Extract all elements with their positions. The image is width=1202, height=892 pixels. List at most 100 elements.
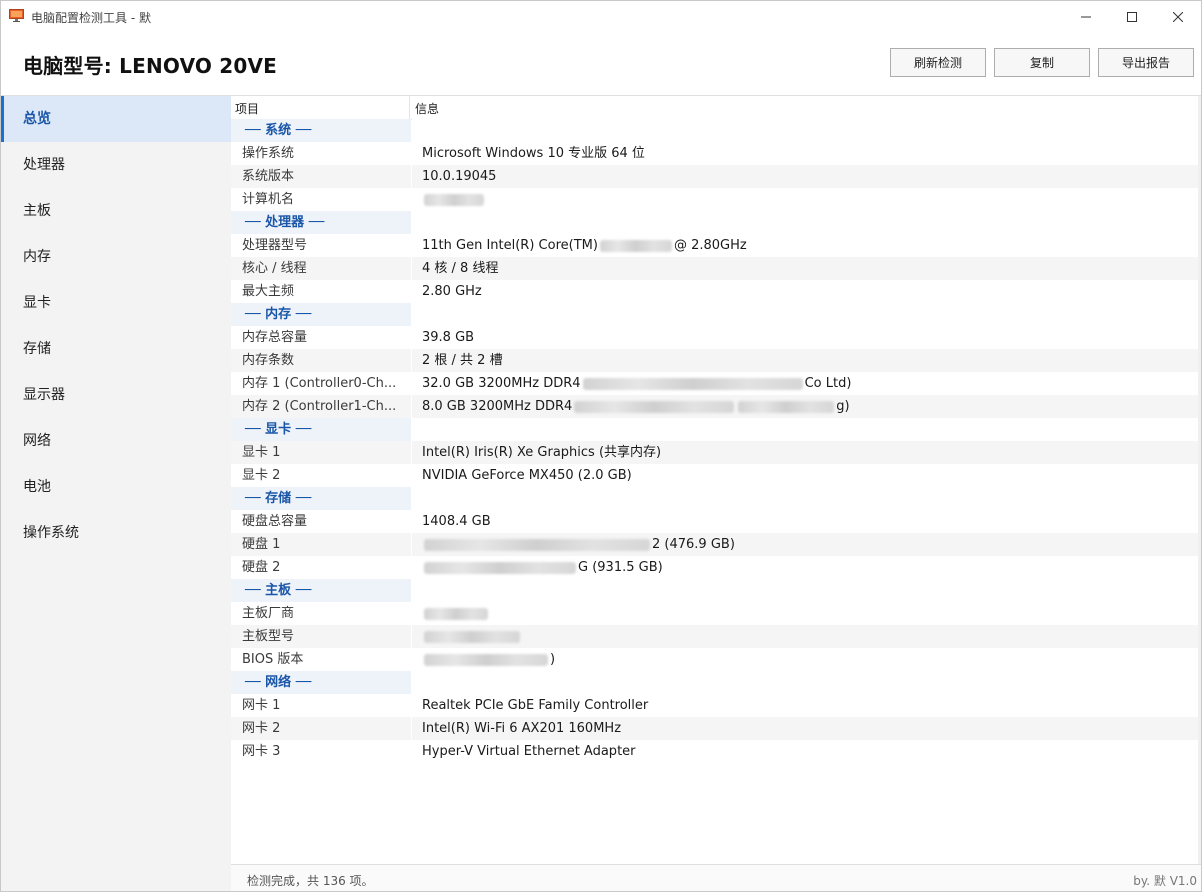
row-value-text: 10.0.19045 [422,169,497,184]
row-value-text: 8.0 GB 3200MHz DDR4 [422,399,573,414]
section-spacer [412,211,1201,234]
row-value: 2 (476.9 GB) [412,533,1201,556]
section-spacer [412,119,1201,142]
table-row[interactable]: 主板厂商 [231,602,1201,625]
row-value-text: 2.80 GHz [422,284,482,299]
section-header-row[interactable]: ── 处理器 ── [231,211,1201,234]
sidebar-item-battery[interactable]: 电池 [1,464,231,510]
row-value-text: Hyper-V Virtual Ethernet Adapter [422,744,636,759]
sidebar-item-os[interactable]: 操作系统 [1,510,231,556]
maximize-button[interactable] [1109,1,1155,32]
sidebar: 总览 处理器 主板 内存 显卡 存储 显示器 网络 电池 操作系统 [1,96,231,891]
redacted-text [599,239,672,252]
table-row[interactable]: 显卡 2 NVIDIA GeForce MX450 (2.0 GB) [231,464,1201,487]
column-divider[interactable] [409,96,410,119]
table-row[interactable]: 系统版本 10.0.19045 [231,165,1201,188]
refresh-button[interactable]: 刷新检测 [890,48,986,77]
row-value-suffix: g) [836,399,850,414]
table-row[interactable]: 硬盘 2 G (931.5 GB) [231,556,1201,579]
row-value-text: 2 根 / 共 2 槽 [422,353,503,368]
title-bar[interactable]: 电脑配置检测工具 - 默 [1,1,1201,32]
table-row[interactable]: 网卡 1 Realtek PCIe GbE Family Controller [231,694,1201,717]
section-header-row[interactable]: ── 网络 ── [231,671,1201,694]
column-header-info[interactable]: 信息 [415,100,439,117]
row-value-text: 4 核 / 8 线程 [422,261,499,276]
row-label: 处理器型号 [242,238,308,253]
section-header-row[interactable]: ── 显卡 ── [231,418,1201,441]
redacted-text [424,561,576,574]
row-value-suffix: @ 2.80GHz [673,238,747,253]
table-row[interactable]: 内存 2 (Controller1-Ch... 8.0 GB 3200MHz DD… [231,395,1201,418]
minimize-button[interactable] [1063,1,1109,32]
table-row[interactable]: 内存总容量 39.8 GB [231,326,1201,349]
sidebar-item-overview[interactable]: 总览 [1,96,231,142]
sidebar-item-storage[interactable]: 存储 [1,326,231,372]
row-value: 39.8 GB [412,326,1201,349]
row-label: 网卡 1 [242,698,281,713]
info-table[interactable]: 项目 信息 ── 系统 ── 操作系统 Microsoft Windows 10 专… [231,96,1201,864]
section-label: ── 主板 ── [231,579,411,602]
table-row[interactable]: 主板型号 [231,625,1201,648]
table-row[interactable]: 最大主频 2.80 GHz [231,280,1201,303]
table-row[interactable]: 内存 1 (Controller0-Ch... 32.0 GB 3200MHz D… [231,372,1201,395]
table-row[interactable]: 硬盘 1 2 (476.9 GB) [231,533,1201,556]
table-header: 项目 信息 [231,96,1201,120]
table-row[interactable]: BIOS 版本) [231,648,1201,671]
row-label: 内存总容量 [242,330,308,345]
app-icon [9,9,24,22]
row-value-text: 32.0 GB 3200MHz DDR4 [422,376,581,391]
redacted-text [424,193,484,206]
section-label: ── 系统 ── [231,119,411,142]
status-text: 检测完成，共 136 项。 [247,874,374,888]
row-value-text: Realtek PCIe GbE Family Controller [422,698,649,713]
row-value: Realtek PCIe GbE Family Controller [412,694,1201,717]
copy-button[interactable]: 复制 [994,48,1090,77]
section-label: ── 内存 ── [231,303,411,326]
row-value-suffix: Co Ltd) [804,376,852,391]
table-row[interactable]: 处理器型号 11th Gen Intel(R) Core(TM) @ 2.80GHz [231,234,1201,257]
section-header-row[interactable]: ── 存储 ── [231,487,1201,510]
section-label: ── 存储 ── [231,487,411,510]
row-value: 8.0 GB 3200MHz DDR4 g) [412,395,1201,418]
sidebar-item-motherboard[interactable]: 主板 [1,188,231,234]
section-header-row[interactable]: ── 内存 ── [231,303,1201,326]
sidebar-item-network[interactable]: 网络 [1,418,231,464]
row-label: 系统版本 [231,165,411,188]
redacted-text [424,607,488,620]
section-label: ── 显卡 ── [231,418,411,441]
row-value: Intel(R) Wi-Fi 6 AX201 160MHz [412,717,1201,740]
table-row[interactable]: 网卡 2 Intel(R) Wi-Fi 6 AX201 160MHz [231,717,1201,740]
section-header-row[interactable]: ── 系统 ── [231,119,1201,142]
row-label: 显卡 1 [231,441,411,464]
row-label: 最大主频 [242,284,295,299]
row-value-text: Microsoft Windows 10 专业版 64 位 [422,146,645,161]
row-value [412,602,1201,625]
minimize-icon [1081,16,1091,17]
row-label: 操作系统 [242,146,295,161]
redacted-text [424,653,548,666]
sidebar-item-memory[interactable]: 内存 [1,234,231,280]
sidebar-item-display[interactable]: 显示器 [1,372,231,418]
row-value-text: 1408.4 GB [422,514,491,529]
export-report-button[interactable]: 导出报告 [1098,48,1194,77]
section-header-row[interactable]: ── 主板 ── [231,579,1201,602]
table-row[interactable]: 显卡 1 Intel(R) Iris(R) Xe Graphics (共享内存) [231,441,1201,464]
close-icon [1173,11,1183,22]
table-row[interactable]: 计算机名 [231,188,1201,211]
row-label: 硬盘总容量 [242,514,308,529]
row-value-suffix: 2 (476.9 GB) [652,537,735,552]
row-label: 网卡 2 [231,717,411,740]
column-header-item[interactable]: 项目 [235,100,259,117]
table-row[interactable]: 核心 / 线程 4 核 / 8 线程 [231,257,1201,280]
table-row[interactable]: 网卡 3 Hyper-V Virtual Ethernet Adapter [231,740,1201,763]
table-row[interactable]: 硬盘总容量 1408.4 GB [231,510,1201,533]
table-row[interactable]: 内存条数 2 根 / 共 2 槽 [231,349,1201,372]
vertical-scrollbar[interactable] [1198,96,1201,864]
table-row[interactable]: 操作系统 Microsoft Windows 10 专业版 64 位 [231,142,1201,165]
row-value-text: 39.8 GB [422,330,475,345]
row-value: 2.80 GHz [412,280,1201,303]
sidebar-item-gpu[interactable]: 显卡 [1,280,231,326]
sidebar-item-cpu[interactable]: 处理器 [1,142,231,188]
row-label: 硬盘 2 [242,560,281,575]
close-button[interactable] [1155,1,1201,32]
